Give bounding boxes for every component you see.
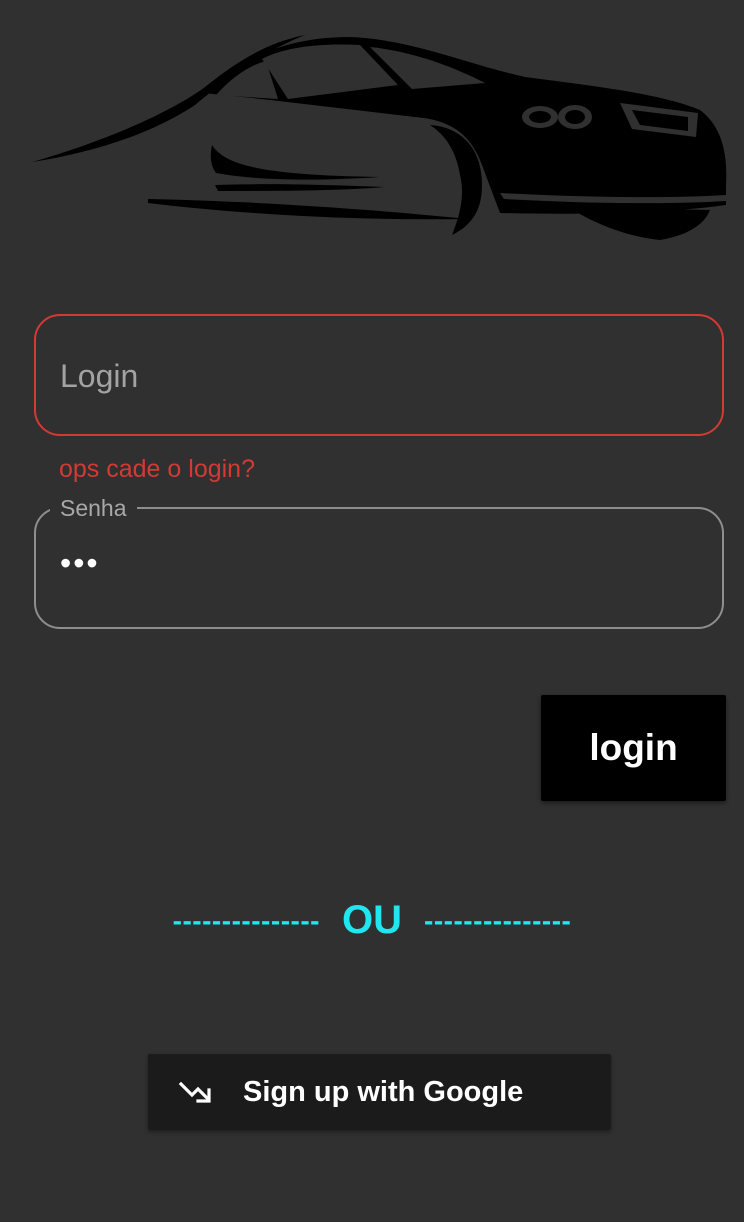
- login-input[interactable]: Login: [34, 314, 724, 436]
- car-silhouette-icon: [32, 35, 727, 240]
- car-logo: [20, 25, 730, 250]
- password-input[interactable]: Senha •••: [34, 494, 724, 629]
- login-error-message: ops cade o login?: [59, 455, 255, 483]
- password-label: Senha: [50, 494, 137, 522]
- google-signup-label: Sign up with Google: [243, 1075, 524, 1108]
- login-button[interactable]: login: [541, 695, 726, 801]
- divider-right-dashes: ---------------: [424, 904, 572, 936]
- password-value: •••: [60, 545, 100, 581]
- divider-left-dashes: ---------------: [172, 904, 320, 936]
- google-signup-button[interactable]: Sign up with Google: [148, 1054, 611, 1130]
- login-placeholder: Login: [60, 358, 139, 394]
- or-divider: --------------- OU ---------------: [0, 898, 744, 943]
- trending-arrow-icon: [178, 1075, 212, 1109]
- divider-text: OU: [342, 898, 402, 942]
